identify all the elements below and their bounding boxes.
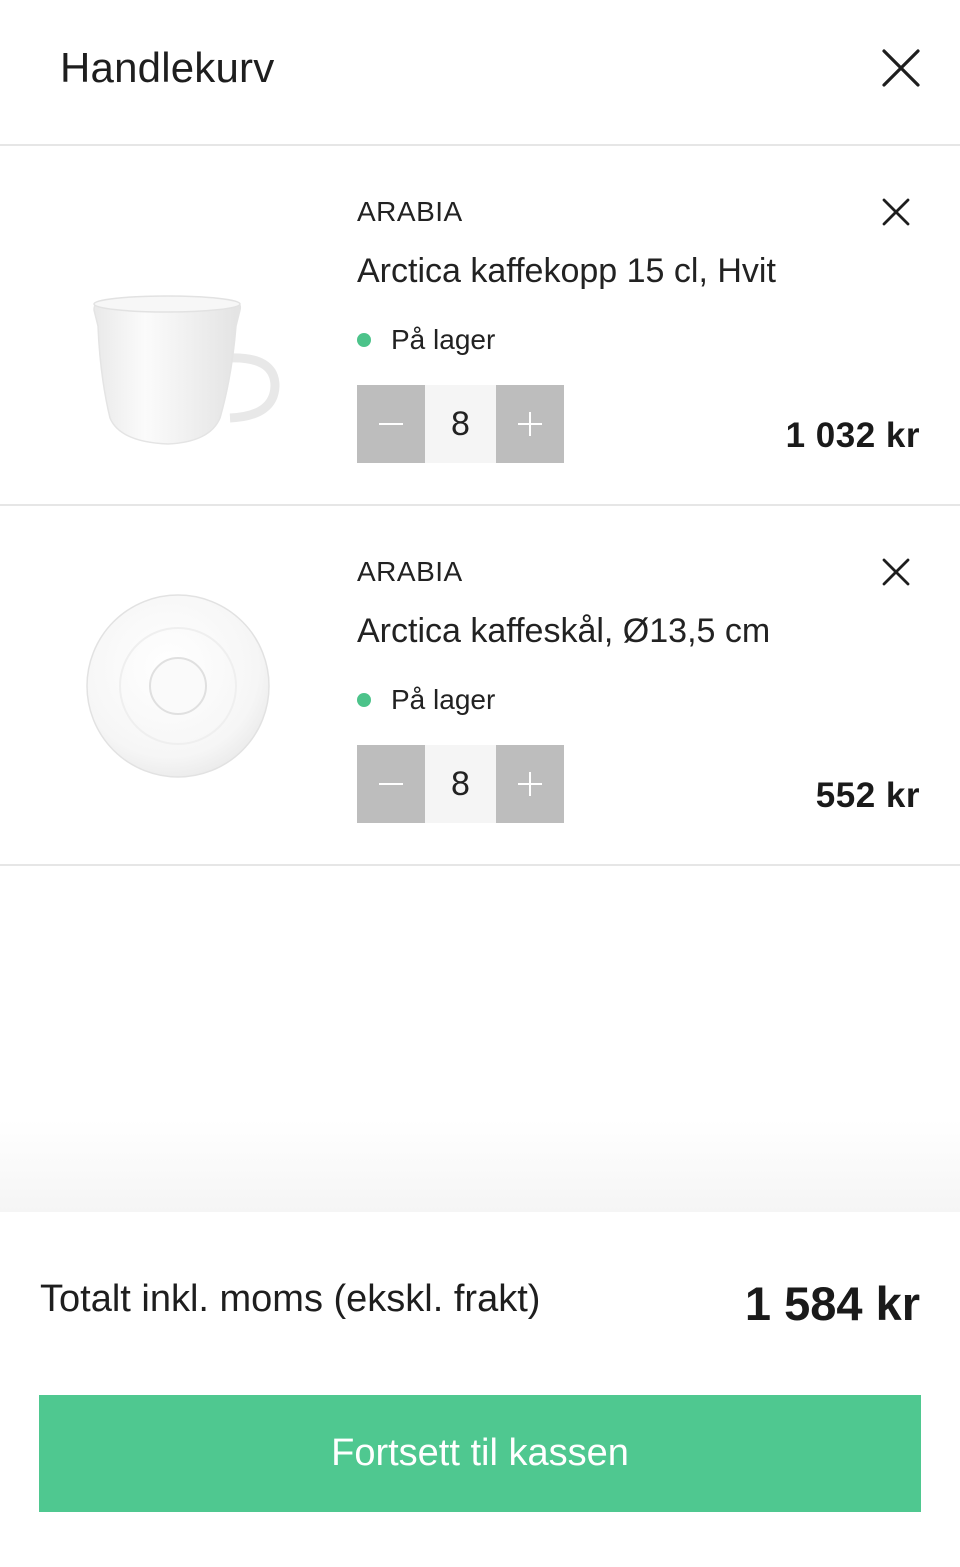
coffee-cup-image[interactable] xyxy=(60,206,300,446)
minus-icon xyxy=(379,783,403,785)
cart-footer: Totalt inkl. moms (ekskl. frakt) 1 584 k… xyxy=(0,1212,960,1567)
quantity-value[interactable]: 8 xyxy=(425,745,496,823)
increase-quantity-button[interactable] xyxy=(496,385,564,463)
scroll-fade xyxy=(0,1120,960,1212)
quantity-value[interactable]: 8 xyxy=(425,385,496,463)
stock-dot-icon xyxy=(357,693,371,707)
stock-label: På lager xyxy=(391,684,496,715)
quantity-stepper: 8 xyxy=(357,385,564,463)
stock-status: På lager xyxy=(357,684,495,716)
cart-header: Handlekurv xyxy=(0,0,960,146)
remove-item-button[interactable] xyxy=(876,192,916,232)
stock-dot-icon xyxy=(357,333,371,347)
stock-label: På lager xyxy=(391,324,496,355)
product-name[interactable]: Arctica kaffeskål, Ø13,5 cm xyxy=(357,612,770,651)
remove-item-button[interactable] xyxy=(876,552,916,592)
cart-item: ARABIA Arctica kaffekopp 15 cl, Hvit På … xyxy=(0,146,960,506)
total-value: 1 584 kr xyxy=(744,1277,920,1330)
item-price: 552 kr xyxy=(815,776,920,815)
plus-icon xyxy=(518,412,542,436)
increase-quantity-button[interactable] xyxy=(496,745,564,823)
decrease-quantity-button[interactable] xyxy=(357,745,425,823)
minus-icon xyxy=(379,423,403,425)
plus-icon xyxy=(518,772,542,796)
page-title: Handlekurv xyxy=(60,44,275,91)
decrease-quantity-button[interactable] xyxy=(357,385,425,463)
product-brand: ARABIA xyxy=(357,556,463,587)
saucer-image[interactable] xyxy=(60,566,300,806)
quantity-stepper: 8 xyxy=(357,745,564,823)
total-label: Totalt inkl. moms (ekskl. frakt) xyxy=(40,1278,541,1320)
cart-item: ARABIA Arctica kaffeskål, Ø13,5 cm På la… xyxy=(0,506,960,866)
product-brand: ARABIA xyxy=(357,196,463,227)
product-name[interactable]: Arctica kaffekopp 15 cl, Hvit xyxy=(357,252,776,291)
checkout-button[interactable]: Fortsett til kassen xyxy=(39,1395,921,1512)
close-icon[interactable] xyxy=(881,48,921,88)
item-price: 1 032 kr xyxy=(785,416,920,455)
stock-status: På lager xyxy=(357,324,495,356)
